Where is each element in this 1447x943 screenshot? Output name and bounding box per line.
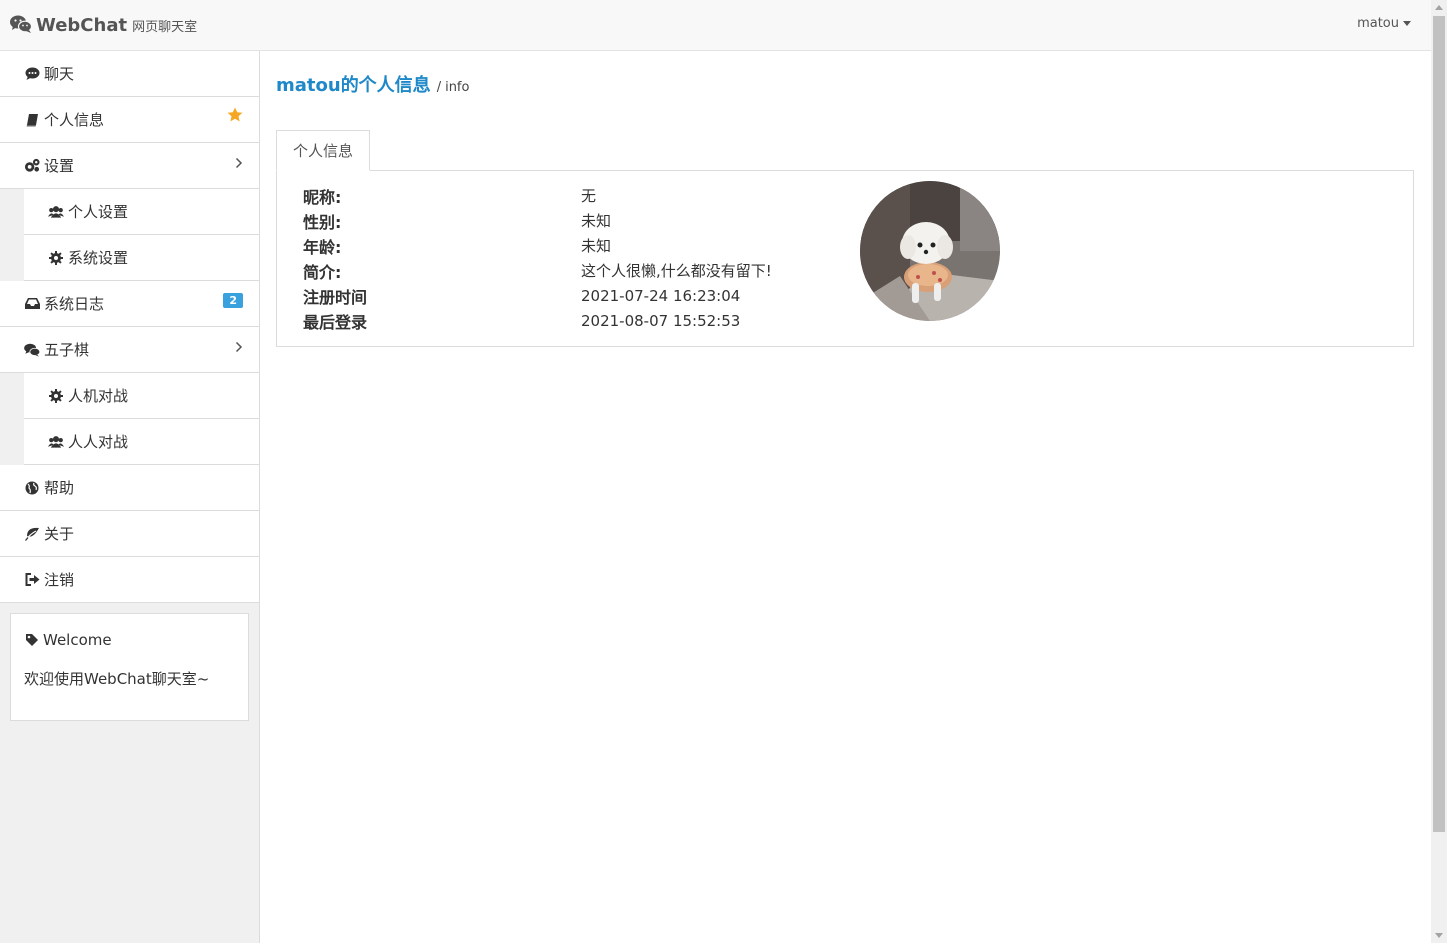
tag-icon: [24, 632, 40, 648]
scrollbar-thumb[interactable]: [1433, 16, 1445, 832]
welcome-title: Welcome: [43, 631, 112, 649]
gear-icon: [48, 250, 64, 266]
info-label: 性别:: [303, 212, 342, 232]
info-row: 昵称: 无: [303, 183, 772, 208]
chevron-right-icon: [235, 339, 243, 353]
page-heading: matou的个人信息 / info: [276, 71, 1414, 97]
scroll-up-arrow-icon[interactable]: [1435, 5, 1443, 10]
sidebar-item[interactable]: 人机对战: [24, 373, 259, 419]
brand-subtitle: 网页聊天室: [132, 20, 198, 35]
sidebar-item-label: 人人对战: [68, 433, 129, 451]
info-value: 这个人很懒,什么都没有留下!: [581, 262, 772, 280]
page-subtitle: info: [445, 80, 470, 95]
sidebar-item-label: 个人设置: [68, 203, 129, 221]
info-value: 2021-08-07 15:52:53: [581, 311, 741, 330]
sidebar-item-label: 系统日志: [44, 295, 105, 313]
sidebar: 聊天个人信息设置个人设置系统设置系统日志 2 五子棋人机对战人人对战帮助关于注销 W…: [0, 51, 260, 943]
sidebar-item[interactable]: 系统日志 2: [0, 281, 259, 327]
comments-icon: [24, 342, 40, 358]
username: matou: [1357, 16, 1399, 31]
star-icon: [227, 107, 243, 126]
info-value: 2021-07-24 16:23:04: [581, 286, 741, 305]
info-label: 年龄:: [303, 237, 342, 257]
info-value: 无: [581, 187, 597, 205]
brand-name: WebChat: [36, 15, 128, 36]
inbox-icon: [24, 296, 40, 312]
tab-profile[interactable]: 个人信息: [276, 130, 371, 171]
book-icon: [24, 112, 40, 128]
info-label: 昵称:: [303, 187, 342, 207]
scroll-down-arrow-icon[interactable]: [1435, 933, 1443, 938]
sidebar-item[interactable]: 聊天: [0, 51, 259, 97]
sidebar-item[interactable]: 关于: [0, 511, 259, 557]
sidebar-item[interactable]: 个人设置: [24, 189, 259, 235]
sidebar-item[interactable]: 个人信息: [0, 97, 259, 143]
tab-bar: 个人信息: [276, 130, 1414, 171]
sidebar-item-label: 聊天: [44, 65, 75, 83]
sidebar-item-label: 关于: [44, 525, 75, 543]
caret-down-icon: [1403, 21, 1411, 26]
gears-icon: [24, 158, 40, 174]
sidebar-item[interactable]: 注销: [0, 557, 259, 603]
sign-out-icon: [24, 572, 40, 588]
sidebar-item-label: 注销: [44, 571, 75, 589]
sidebar-item-label: 个人信息: [44, 111, 105, 129]
info-row: 性别: 未知: [303, 208, 772, 233]
sidebar-item-label: 人机对战: [68, 387, 129, 405]
sidebar-item[interactable]: 五子棋: [0, 327, 259, 373]
count-badge: 2: [223, 293, 243, 308]
gear-icon: [48, 388, 64, 404]
leaf-icon: [24, 526, 40, 542]
profile-info: 昵称: 无性别: 未知 年龄: 未知 简介: 这个人很懒,什么都没有留下! 注册时间 2021-…: [303, 183, 772, 333]
page-title: matou的个人信息: [276, 75, 431, 96]
info-row: 年龄: 未知: [303, 233, 772, 258]
wechat-icon: [10, 15, 33, 33]
avatar: [860, 181, 1000, 321]
info-value: 未知: [581, 237, 612, 255]
comment-icon: [24, 66, 40, 82]
main-content: matou的个人信息 / info 个人信息 昵称: 无性别: 未知 年龄: 未知 简介:…: [276, 51, 1414, 347]
info-label: 最后登录: [303, 312, 368, 332]
user-dropdown[interactable]: matou: [1357, 16, 1411, 31]
info-row: 最后登录 2021-08-07 15:52:53: [303, 308, 772, 333]
globe-icon: [24, 480, 40, 496]
sidebar-item[interactable]: 系统设置: [24, 235, 259, 281]
sidebar-item-label: 设置: [44, 157, 75, 175]
welcome-text: 欢迎使用WebChat聊天室~: [24, 670, 210, 688]
sidebar-item[interactable]: 帮助: [0, 465, 259, 511]
sidebar-item[interactable]: 设置: [0, 143, 259, 189]
sidebar-item-label: 系统设置: [68, 249, 129, 267]
info-label: 注册时间: [303, 287, 368, 307]
chevron-right-icon: [235, 155, 243, 169]
sidebar-item-label: 五子棋: [44, 341, 90, 359]
profile-panel: 昵称: 无性别: 未知 年龄: 未知 简介: 这个人很懒,什么都没有留下! 注册时间 2021-…: [276, 170, 1414, 347]
vertical-scrollbar[interactable]: [1431, 0, 1447, 943]
users-icon: [48, 434, 64, 450]
sidebar-item-label: 帮助: [44, 479, 75, 497]
top-navbar: WebChat 网页聊天室 matou: [0, 0, 1431, 51]
sidebar-nav: 聊天个人信息设置个人设置系统设置系统日志 2 五子棋人机对战人人对战帮助关于注销: [0, 51, 259, 603]
info-row: 注册时间 2021-07-24 16:23:04: [303, 283, 772, 308]
users-icon: [48, 204, 64, 220]
sidebar-item[interactable]: 人人对战: [24, 419, 259, 465]
info-label: 简介:: [303, 262, 342, 282]
info-row: 简介: 这个人很懒,什么都没有留下!: [303, 258, 772, 283]
info-value: 未知: [581, 212, 612, 230]
brand[interactable]: WebChat 网页聊天室: [10, 13, 197, 36]
welcome-panel: Welcome 欢迎使用WebChat聊天室~: [10, 613, 249, 721]
heading-separator: /: [436, 80, 442, 95]
